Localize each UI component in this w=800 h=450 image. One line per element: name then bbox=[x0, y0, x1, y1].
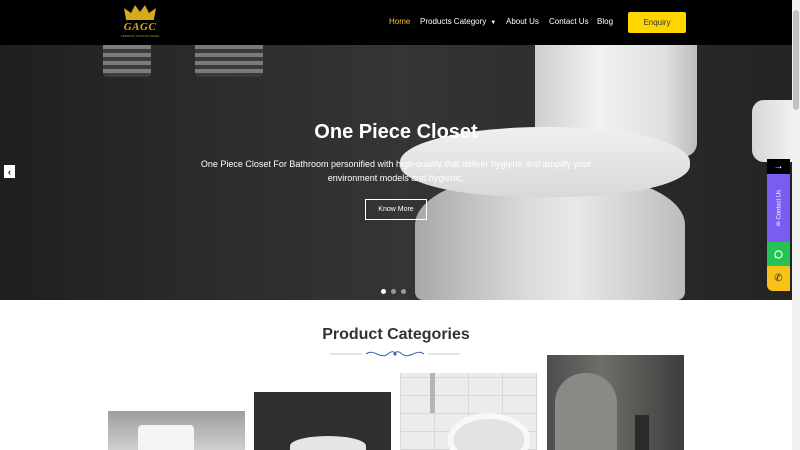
toilet-seat-product-image bbox=[290, 436, 366, 450]
side-whatsapp-button[interactable] bbox=[767, 242, 790, 266]
know-more-button[interactable]: Know More bbox=[365, 199, 427, 220]
mirror-image bbox=[555, 373, 617, 450]
slider-dot[interactable] bbox=[391, 289, 396, 294]
nav-products-category[interactable]: Products Category ▼ bbox=[420, 17, 496, 26]
site-logo[interactable]: GAGC PREMIUM SANITARYWARE bbox=[118, 3, 162, 43]
nav-home[interactable]: Home bbox=[389, 17, 410, 26]
towel-image bbox=[195, 45, 263, 77]
site-header: GAGC PREMIUM SANITARYWARE Home Products … bbox=[0, 0, 800, 45]
side-contact-button[interactable]: ✉ Contact Us bbox=[767, 174, 790, 242]
nav-blog[interactable]: Blog bbox=[597, 17, 613, 26]
slider-dots bbox=[381, 289, 406, 294]
hero-description: One Piece Closet For Bathroom personifie… bbox=[200, 159, 592, 183]
bathroom-fixture-image bbox=[635, 415, 649, 450]
chevron-down-icon: ▼ bbox=[490, 20, 497, 26]
whatsapp-icon bbox=[774, 249, 783, 259]
category-card[interactable] bbox=[254, 392, 391, 450]
slider-prev-button[interactable]: ‹ bbox=[4, 165, 15, 178]
category-card[interactable] bbox=[108, 411, 245, 450]
hero-slider: One Piece Closet One Piece Closet For Ba… bbox=[0, 45, 800, 300]
crown-logo-icon bbox=[124, 5, 156, 20]
nav-contact-us[interactable]: Contact Us bbox=[549, 17, 589, 26]
ornament-icon bbox=[362, 351, 428, 357]
category-card[interactable] bbox=[547, 355, 684, 450]
enquiry-button[interactable]: Enquiry bbox=[628, 12, 686, 33]
side-phone-button[interactable]: ✆ bbox=[767, 266, 790, 291]
chevron-left-icon: ‹ bbox=[8, 166, 11, 177]
toilet-product-image bbox=[138, 425, 194, 450]
logo-text: GAGC bbox=[123, 21, 157, 33]
towel-image bbox=[103, 45, 151, 77]
arrow-right-icon: → bbox=[773, 161, 784, 172]
hero-title: One Piece Closet bbox=[314, 121, 478, 143]
nav-products-label: Products Category bbox=[420, 17, 487, 26]
phone-icon: ✆ bbox=[774, 273, 783, 284]
envelope-icon: ✉ bbox=[776, 219, 782, 227]
categories-title: Product Categories bbox=[322, 326, 470, 343]
category-card[interactable] bbox=[400, 373, 537, 450]
nav-about-us[interactable]: About Us bbox=[506, 17, 539, 26]
side-toggle-button[interactable]: → bbox=[767, 159, 790, 174]
slider-dot[interactable] bbox=[401, 289, 406, 294]
scrollbar-thumb[interactable] bbox=[793, 10, 799, 110]
page-scrollbar[interactable] bbox=[792, 0, 800, 450]
logo-tagline: PREMIUM SANITARYWARE bbox=[120, 34, 160, 38]
flush-pipe-image bbox=[430, 373, 435, 413]
side-contact-text: Contact Us bbox=[776, 189, 782, 220]
side-contact-label: ✉ Contact Us bbox=[775, 190, 782, 226]
slider-dot[interactable] bbox=[381, 289, 386, 294]
